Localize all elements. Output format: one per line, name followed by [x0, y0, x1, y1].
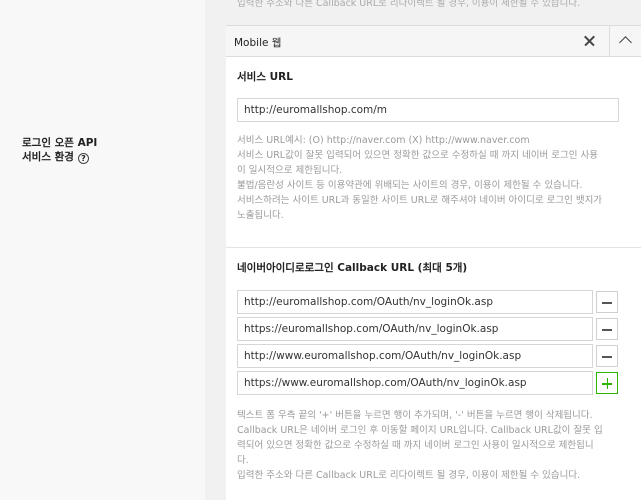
panel-header: Mobile 웹	[226, 26, 641, 57]
label-line-2-text: 서비스 환경	[22, 151, 74, 163]
help-line: Callback URL은 네이버 로그인 후 이동할 페이지 URL입니다. …	[237, 425, 603, 436]
help-line: 이 일시적으로 제한됩니다.	[237, 165, 343, 176]
service-url-help: 서비스 URL예시: (O) http://naver.com (X) http…	[237, 133, 622, 223]
login-api-env-label: 로그인 오픈 API 서비스 환경?	[22, 136, 97, 164]
help-icon[interactable]: ?	[77, 153, 89, 164]
settings-content-column: 입력한 주소와 다른 Callback URL로 리다이렉트 될 경우, 이용이…	[205, 0, 641, 500]
add-row-button[interactable]	[596, 372, 618, 394]
remove-row-button[interactable]	[596, 318, 618, 340]
section-divider	[226, 247, 641, 248]
close-icon[interactable]	[573, 26, 605, 56]
callback-url-input-1[interactable]	[237, 290, 593, 314]
help-line: 입력한 주소와 다른 Callback URL로 리다이렉트 될 경우, 이용이…	[237, 470, 581, 481]
help-line: 력되어 있으면 정확한 값으로 수정하실 때 까지 네이버 로그인 사용이 일시…	[237, 440, 594, 451]
previous-panel-note: 입력한 주소와 다른 Callback URL로 리다이렉트 될 경우, 이용이…	[237, 0, 581, 9]
panel-title: Mobile 웹	[234, 37, 282, 49]
chevron-up-icon[interactable]	[609, 26, 641, 56]
help-line: 서비스 URL예시: (O) http://naver.com (X) http…	[237, 135, 530, 146]
remove-row-button[interactable]	[596, 345, 618, 367]
callback-url-help: 텍스트 폼 우측 끝의 '+' 버튼을 누르면 행이 추가되며, '-' 버튼을…	[237, 408, 622, 483]
help-line: 노출됩니다.	[237, 210, 284, 221]
service-url-title: 서비스 URL	[237, 71, 293, 83]
remove-row-button[interactable]	[596, 291, 618, 313]
mobile-web-panel: Mobile 웹 서비스 URL 서비스 URL예시: (O) http://n…	[226, 25, 641, 500]
callback-url-input-3[interactable]	[237, 344, 593, 368]
help-line: 서비스 URL값이 잘못 입력되어 있으면 정확한 값으로 수정하실 때 까지 …	[237, 150, 598, 161]
help-line: 서비스하려는 사이트 URL과 동일한 사이트 URL로 해주셔야 네이버 아이…	[237, 195, 603, 206]
label-line-2: 서비스 환경?	[22, 150, 97, 164]
service-url-input[interactable]	[237, 98, 619, 122]
help-line: 불법/음란성 사이트 등 이용약관에 위배되는 사이트의 경우, 이용이 제한될…	[237, 180, 583, 191]
label-line-1: 로그인 오픈 API	[22, 137, 98, 149]
help-line: 텍스트 폼 우측 끝의 '+' 버튼을 누르면 행이 추가되며, '-' 버튼을…	[237, 410, 593, 421]
callback-url-input-2[interactable]	[237, 317, 593, 341]
settings-label-column: 로그인 오픈 API 서비스 환경?	[0, 0, 205, 500]
callback-url-input-4[interactable]	[237, 371, 593, 395]
callback-url-title: 네이버아이디로로그인 Callback URL (최대 5개)	[237, 262, 468, 274]
help-line: 다.	[237, 455, 249, 466]
